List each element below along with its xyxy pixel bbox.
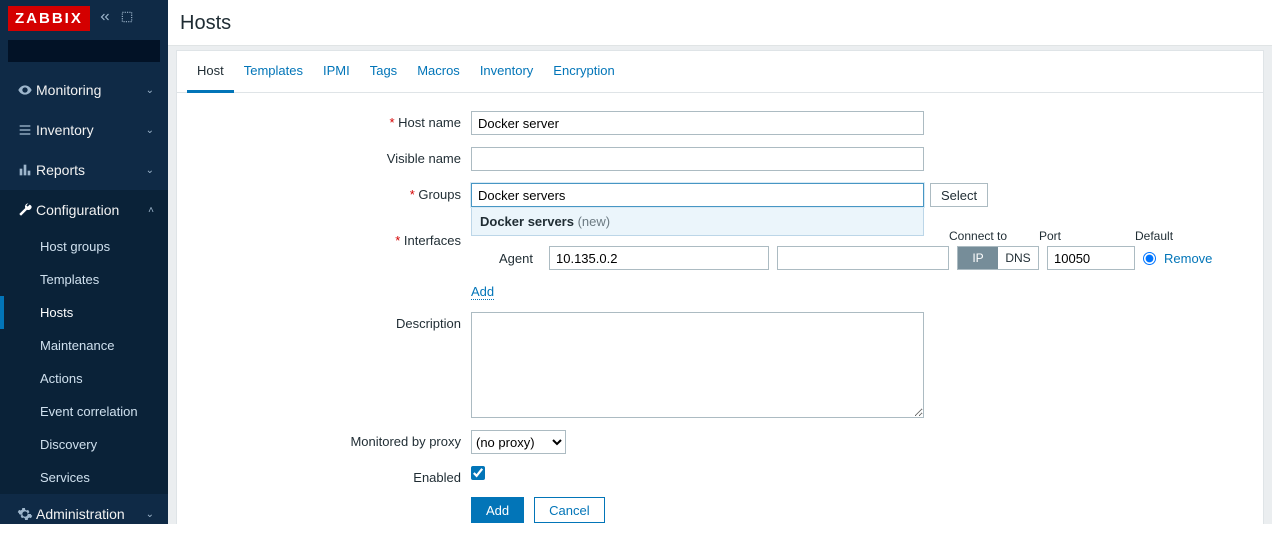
suggestion-name: Docker servers <box>480 214 574 229</box>
nav-label: Reports <box>36 162 146 178</box>
groups-select-button[interactable]: Select <box>930 183 988 207</box>
nav-label: Monitoring <box>36 82 146 98</box>
groups-suggestion-item[interactable]: Docker servers (new) <box>472 208 923 235</box>
description-textarea[interactable] <box>471 312 924 418</box>
enabled-label: Enabled <box>191 466 471 485</box>
chevron-down-icon: ⌄ <box>146 125 154 136</box>
tab-ipmi[interactable]: IPMI <box>313 51 360 92</box>
visible-name-label: Visible name <box>191 147 471 166</box>
tab-inventory[interactable]: Inventory <box>470 51 543 92</box>
iface-header-connect: Connect to <box>949 229 1039 243</box>
page-title: Hosts <box>180 12 1260 35</box>
subnav-hosts[interactable]: Hosts <box>0 296 168 329</box>
iface-header-default: Default <box>1135 229 1195 243</box>
add-button[interactable]: Add <box>471 497 524 523</box>
description-label: Description <box>191 312 471 331</box>
tabs: Host Templates IPMI Tags Macros Inventor… <box>177 51 1263 93</box>
sidebar-collapse-icon[interactable] <box>98 10 112 27</box>
eye-icon <box>14 82 36 98</box>
proxy-label: Monitored by proxy <box>191 430 471 449</box>
nav-label: Administration <box>36 506 146 522</box>
tab-templates[interactable]: Templates <box>234 51 313 92</box>
host-name-label: Host name <box>191 111 471 130</box>
nav-reports[interactable]: Reports ⌄ <box>0 150 168 190</box>
subnav-maintenance[interactable]: Maintenance <box>0 329 168 362</box>
search-input[interactable] <box>15 44 170 58</box>
toggle-dns[interactable]: DNS <box>998 247 1038 269</box>
page-header: Hosts <box>168 0 1272 46</box>
tab-tags[interactable]: Tags <box>360 51 407 92</box>
main-content: Hosts Host Templates IPMI Tags Macros In… <box>168 0 1272 524</box>
nav-monitoring[interactable]: Monitoring ⌄ <box>0 70 168 110</box>
interface-default-radio[interactable] <box>1143 252 1156 265</box>
nav-administration[interactable]: Administration ⌄ <box>0 494 168 534</box>
cancel-button[interactable]: Cancel <box>534 497 604 523</box>
interface-dns-input[interactable] <box>777 246 949 270</box>
nav-label: Configuration <box>36 202 148 218</box>
toggle-ip[interactable]: IP <box>958 247 998 269</box>
chevron-down-icon: ⌄ <box>146 165 154 176</box>
iface-header-port: Port <box>1039 229 1135 243</box>
wrench-icon <box>14 202 36 218</box>
visible-name-input[interactable] <box>471 147 924 171</box>
suggestion-new-badge: (new) <box>578 214 611 229</box>
list-icon <box>14 122 36 138</box>
subnav-event-correlation[interactable]: Event correlation <box>0 395 168 428</box>
interface-ip-input[interactable] <box>549 246 769 270</box>
host-name-input[interactable] <box>471 111 924 135</box>
host-form: Host name Visible name Groups Select <box>177 93 1263 524</box>
chevron-down-icon: ⌄ <box>146 85 154 96</box>
tab-host[interactable]: Host <box>187 51 234 93</box>
chevron-up-icon: ˄ <box>148 205 154 216</box>
interface-port-input[interactable] <box>1047 246 1135 270</box>
interface-add-link[interactable]: Add <box>471 284 494 300</box>
logo: ZABBIX <box>8 6 90 31</box>
tab-encryption[interactable]: Encryption <box>543 51 624 92</box>
bar-chart-icon <box>14 162 36 178</box>
subnav-configuration: Host groups Templates Hosts Maintenance … <box>0 230 168 494</box>
groups-input[interactable] <box>471 183 924 207</box>
enabled-checkbox[interactable] <box>471 466 485 480</box>
connect-to-toggle: IP DNS <box>957 246 1039 270</box>
subnav-host-groups[interactable]: Host groups <box>0 230 168 263</box>
groups-label: Groups <box>191 183 471 202</box>
sidebar: ZABBIX Monitoring ⌄ <box>0 0 168 524</box>
sidebar-search[interactable] <box>8 40 160 62</box>
gear-icon <box>14 506 36 522</box>
interface-row: Agent IP DNS Remove <box>471 246 1212 270</box>
nav-inventory[interactable]: Inventory ⌄ <box>0 110 168 150</box>
chevron-down-icon: ⌄ <box>146 509 154 520</box>
subnav-discovery[interactable]: Discovery <box>0 428 168 461</box>
sidebar-hide-icon[interactable] <box>120 10 134 27</box>
interface-type: Agent <box>471 251 541 266</box>
sidebar-header: ZABBIX <box>0 0 168 37</box>
tab-macros[interactable]: Macros <box>407 51 470 92</box>
interfaces-label: Interfaces <box>191 229 471 248</box>
subnav-templates[interactable]: Templates <box>0 263 168 296</box>
interface-remove-link[interactable]: Remove <box>1164 251 1212 266</box>
nav-label: Inventory <box>36 122 146 138</box>
subnav-actions[interactable]: Actions <box>0 362 168 395</box>
subnav-services[interactable]: Services <box>0 461 168 494</box>
proxy-select[interactable]: (no proxy) <box>471 430 566 454</box>
nav-configuration[interactable]: Configuration ˄ <box>0 190 168 230</box>
groups-autocomplete: Docker servers (new) <box>471 208 924 236</box>
